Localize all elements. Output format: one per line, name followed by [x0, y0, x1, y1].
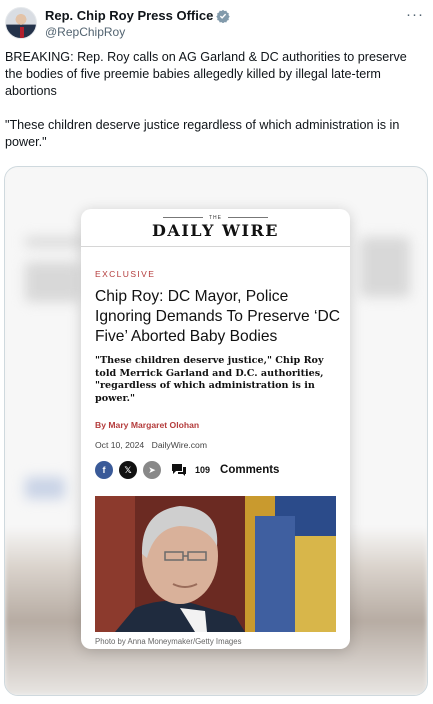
article-date: Oct 10, 2024: [95, 440, 145, 450]
article-card: THE DAILY WIRE EXCLUSIVE Chip Roy: DC Ma…: [81, 209, 350, 649]
more-options-icon[interactable]: ···: [406, 6, 424, 23]
article-photo-illustration: [95, 496, 336, 632]
blurred-shape: [25, 262, 80, 302]
x-share-icon: 𝕏: [119, 461, 137, 479]
article-kicker: EXCLUSIVE: [95, 269, 156, 279]
masthead-name: DAILY WIRE: [152, 221, 279, 240]
article-headline: Chip Roy: DC Mayor, Police Ignoring Dema…: [95, 288, 340, 345]
article-dateline: Oct 10, 2024 DailyWire.com: [95, 440, 207, 450]
handle[interactable]: @RepChipRoy: [45, 25, 125, 39]
comment-label: Comments: [220, 464, 280, 476]
blurred-shape: [25, 237, 85, 247]
article-photo: [95, 496, 336, 632]
masthead-rule: [228, 217, 268, 218]
photo-caption: Photo by Anna Moneymaker/Getty Images: [95, 637, 242, 646]
name-row: Rep. Chip Roy Press Office: [45, 8, 231, 23]
article-site: DailyWire.com: [151, 440, 207, 450]
byline-prefix: By: [95, 420, 106, 430]
post-text-paragraph-2: "These children deserve justice regardle…: [5, 118, 400, 149]
masthead: THE DAILY WIRE: [81, 209, 350, 247]
facebook-share-icon: f: [95, 461, 113, 479]
article-dek: "These children deserve justice," Chip R…: [95, 355, 324, 404]
byline-author: Mary Margaret Olohan: [108, 420, 200, 430]
comments-icon: [172, 464, 186, 476]
blurred-shape: [360, 237, 410, 297]
share-row: f 𝕏 ➤ 109 Comments: [95, 460, 279, 480]
telegram-share-icon: ➤: [143, 461, 161, 479]
comment-count: 109: [195, 465, 211, 475]
post-text-paragraph-1: BREAKING: Rep. Roy calls on AG Garland &…: [5, 50, 407, 98]
verified-badge-icon: [216, 9, 231, 23]
post-header: Rep. Chip Roy Press Office @RepChipRoy ·…: [5, 6, 428, 42]
avatar[interactable]: [5, 7, 37, 39]
avatar-tie: [20, 27, 24, 38]
blurred-shape: [25, 477, 65, 499]
display-name[interactable]: Rep. Chip Roy Press Office: [45, 8, 213, 23]
media-card[interactable]: THE DAILY WIRE EXCLUSIVE Chip Roy: DC Ma…: [4, 166, 428, 696]
article-byline: By Mary Margaret Olohan: [95, 420, 199, 430]
post-text: BREAKING: Rep. Roy calls on AG Garland &…: [5, 49, 425, 168]
